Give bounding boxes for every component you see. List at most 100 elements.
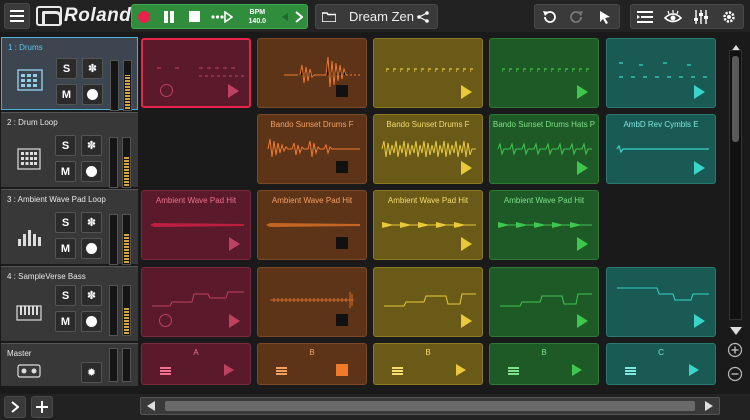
track-record-button[interactable]: [81, 161, 102, 182]
bpm-down-button[interactable]: [279, 5, 291, 28]
play-icon: [694, 85, 705, 99]
stop-icon: [336, 314, 348, 326]
scene-4[interactable]: B: [489, 343, 599, 385]
mixer-sliders-icon: [694, 9, 708, 24]
track-record-button[interactable]: [81, 311, 102, 332]
clip-r4-c5[interactable]: [606, 267, 716, 337]
roland-logo: Roland: [36, 4, 131, 28]
pause-button[interactable]: [156, 5, 182, 28]
solo-button[interactable]: S: [55, 135, 76, 156]
scene-5[interactable]: C: [606, 343, 716, 385]
stop-icon: [189, 11, 201, 22]
clip-r3-c1[interactable]: Ambient Wave Pad Hit: [141, 190, 251, 260]
clip-r2-c2[interactable]: Bando Sunset Drums F: [257, 114, 367, 184]
bpm-value: 140.0: [248, 17, 267, 25]
zoom-in-button[interactable]: [727, 342, 743, 363]
undo-button[interactable]: [535, 5, 563, 28]
chevron-left-icon: [282, 12, 289, 21]
scene-2[interactable]: B: [257, 343, 367, 385]
folder-icon: [322, 12, 336, 22]
clip-r1-c4[interactable]: [489, 38, 599, 108]
step-forward-button[interactable]: [208, 5, 236, 28]
master-header[interactable]: Master ✹: [1, 343, 138, 386]
scene-1[interactable]: A: [141, 343, 251, 385]
play-icon: [577, 237, 588, 251]
clip-r2-c5[interactable]: AmbD Rev Cymbls E: [606, 114, 716, 184]
track-header-4[interactable]: 4 : SampleVerse Bass S ✽ M: [1, 266, 138, 341]
scrollbar-thumb[interactable]: [732, 56, 739, 142]
horizontal-scrollbar[interactable]: [140, 397, 720, 415]
solo-button[interactable]: S: [56, 58, 77, 79]
record-button[interactable]: [132, 5, 156, 28]
freeze-button[interactable]: ✽: [81, 285, 102, 306]
master-name: Master: [7, 349, 32, 358]
freeze-button[interactable]: ✽: [82, 58, 103, 79]
clip-name: Bando Sunset Drums F: [386, 120, 470, 129]
track-record-button[interactable]: [81, 238, 102, 259]
vertical-scrollbar[interactable]: [729, 50, 742, 320]
mute-button[interactable]: M: [55, 238, 76, 259]
clip-r4-c4[interactable]: [489, 267, 599, 337]
bpm-up-button[interactable]: [291, 5, 307, 28]
list-view-button[interactable]: [631, 5, 659, 28]
play-icon: [689, 364, 699, 376]
select-tool-button[interactable]: [591, 5, 619, 28]
plus-circle-icon: [727, 342, 743, 358]
solo-button[interactable]: S: [55, 285, 76, 306]
level-meter-right: [123, 60, 132, 111]
stop-icon: [336, 161, 348, 173]
arrow-left-icon[interactable]: [147, 401, 155, 411]
scene-3[interactable]: B: [373, 343, 483, 385]
bpm-label: BPM: [249, 8, 266, 16]
track-name: 3 : Ambient Wave Pad Loop: [7, 195, 106, 204]
mute-button[interactable]: M: [55, 311, 76, 332]
clip-r3-c4[interactable]: Ambient Wave Pad Hit: [489, 190, 599, 260]
clip-r4-c1[interactable]: [141, 267, 251, 337]
solo-button[interactable]: S: [55, 212, 76, 233]
snowflake-icon: ✽: [86, 290, 97, 302]
track-record-button[interactable]: [82, 84, 103, 105]
mute-button[interactable]: M: [56, 84, 77, 105]
scrollbar-thumb[interactable]: [165, 401, 695, 411]
clip-r2-c3[interactable]: Bando Sunset Drums F: [373, 114, 483, 184]
clip-r1-c2[interactable]: [257, 38, 367, 108]
settings-button[interactable]: [715, 5, 743, 28]
clip-r4-c3[interactable]: [373, 267, 483, 337]
mute-button[interactable]: M: [55, 161, 76, 182]
bpm-display[interactable]: BPM 140.0: [235, 5, 279, 28]
menu-button[interactable]: [4, 3, 30, 29]
zoom-out-button[interactable]: [727, 366, 743, 387]
redo-button[interactable]: [563, 5, 591, 28]
clip-r3-c3[interactable]: Ambient Wave Pad Hit: [373, 190, 483, 260]
brand-name: Roland: [64, 5, 132, 26]
add-track-button[interactable]: [31, 396, 53, 418]
clip-r2-c4[interactable]: Bando Sunset Drums Hats P: [489, 114, 599, 184]
track-header-1[interactable]: 1 : Drums S ✽ M: [1, 37, 138, 111]
arrow-right-icon[interactable]: [705, 401, 713, 411]
track-name: 1 : Drums: [8, 43, 43, 52]
track-header-2[interactable]: 2 : Drum Loop S ✽ M: [1, 112, 138, 188]
level-meter-left: [109, 285, 118, 336]
visibility-button[interactable]: [659, 5, 687, 28]
play-icon: [577, 314, 588, 328]
stop-icon: [336, 85, 348, 97]
stop-button[interactable]: [182, 5, 208, 28]
play-icon: [572, 364, 582, 376]
expand-panel-button[interactable]: [4, 396, 26, 418]
song-selector[interactable]: Dream Zen: [315, 4, 438, 29]
play-icon: [461, 237, 472, 251]
freeze-button[interactable]: ✽: [81, 212, 102, 233]
track-header-3[interactable]: 3 : Ambient Wave Pad Loop S ✽ M: [1, 189, 138, 265]
clip-r3-c2[interactable]: Ambient Wave Pad Hit: [257, 190, 367, 260]
play-icon: [461, 85, 472, 99]
mixer-button[interactable]: [687, 5, 715, 28]
clip-r1-c3[interactable]: [373, 38, 483, 108]
share-icon[interactable]: [417, 10, 429, 23]
freeze-button[interactable]: ✽: [81, 135, 102, 156]
master-settings-button[interactable]: ✹: [81, 362, 102, 383]
clip-r1-c5[interactable]: [606, 38, 716, 108]
level-meter-left: [109, 214, 118, 265]
scroll-down-button[interactable]: [730, 322, 742, 340]
clip-r4-c2[interactable]: [257, 267, 367, 337]
clip-r1-c1[interactable]: [141, 38, 251, 108]
